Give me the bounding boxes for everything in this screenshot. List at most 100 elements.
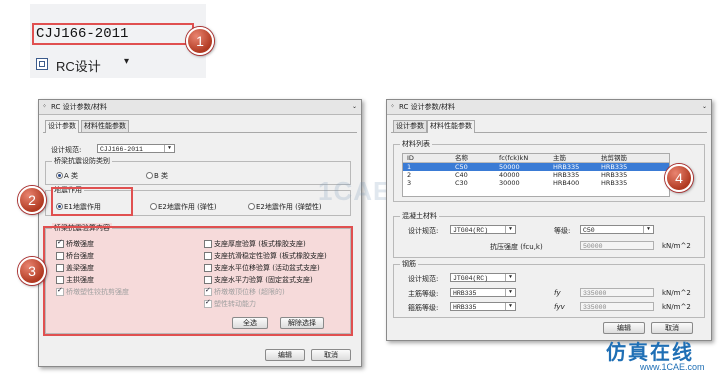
left-dialog: ⁘ RC 设计参数/材料 ⌄ 设计参数 材料性能参数 设计规范: CJJ166-… [38, 99, 362, 367]
rebar-stirrup-select[interactable]: HRB335 ▼ [450, 302, 516, 311]
rc-design-button[interactable]: RC设计 ▾ [36, 56, 146, 74]
concrete-grade-label: 等级: [554, 227, 571, 235]
rebar-stirrup-value: HRB335 [453, 304, 477, 311]
design-code-field-label: 设计规范: [51, 146, 82, 154]
edit-button[interactable]: 编辑 [265, 349, 305, 361]
seismic-action-e2p-label: E2地震作用 (弹塑性) [256, 203, 322, 211]
seismic-class-a-radio[interactable] [56, 172, 63, 179]
chevron-down-icon: ▼ [164, 145, 174, 152]
chevron-down-icon: ▼ [505, 289, 515, 296]
brand-watermark: 仿真在线 [606, 340, 694, 364]
rebar-main-strength-field[interactable]: 335000 [580, 288, 654, 297]
concrete-title: 混凝土材料 [400, 211, 439, 221]
concrete-code-value: JTG04(RC) [453, 227, 489, 234]
right-dialog-titlebar[interactable]: ⁘ RC 设计参数/材料 ⌄ [387, 100, 711, 115]
chevron-down-icon: ▼ [505, 274, 515, 281]
rc-design-icon [36, 58, 48, 70]
tab-design-params[interactable]: 设计参数 [393, 120, 427, 132]
step-badge-4: 4 [665, 164, 693, 192]
chevron-down-icon: ▾ [124, 56, 130, 67]
table-cell: 3 [407, 179, 412, 187]
table-cell: HRB335 [601, 171, 628, 179]
material-table-header: ID 名称 fc(fck)kN 主筋 抗剪钢筋 [403, 154, 669, 163]
rebar-main-select[interactable]: HRB335 ▼ [450, 288, 516, 297]
concrete-strength-field[interactable]: 50000 [580, 241, 654, 250]
rebar-stirrup-strength-field[interactable]: 335000 [580, 302, 654, 311]
seismic-action-e2e-radio[interactable] [150, 203, 157, 210]
design-code-value: CJJ166-2011 [100, 146, 143, 153]
col-shear-rebar: 抗剪钢筋 [601, 154, 627, 162]
col-fc: fc(fck)kN [499, 154, 529, 162]
rc-design-label: RC设计 [56, 59, 101, 74]
seismic-class-a-label: A 类 [64, 172, 79, 180]
rebar-main-value: HRB335 [453, 290, 477, 297]
toolbar-snippet: CJJ166-2011 RC设计 ▾ [30, 4, 206, 78]
material-list-title: 材料列表 [400, 139, 432, 149]
brand-url: www.1CAE.com [640, 362, 705, 372]
right-dialog-title: RC 设计参数/材料 [399, 103, 455, 111]
rebar-group: 钢筋 设计规范: JTG04(RC) ▼ 主筋等级: HRB335 ▼ fy 3… [393, 259, 705, 318]
concrete-strength-label: 抗压强度 (fcu,k) [490, 243, 543, 251]
seismic-action-e2e-label: E2地震作用 (弹性) [158, 203, 217, 211]
rebar-main-unit: kN/m^2 [662, 289, 691, 297]
seismic-action-highlight [51, 187, 133, 216]
rebar-code-label: 设计规范: [408, 275, 439, 283]
rebar-stirrup-symbol: fyv [554, 303, 565, 311]
left-tabbar: 设计参数 材料性能参数 [43, 120, 357, 133]
table-cell: HRB335 [553, 171, 580, 179]
concrete-grade-value: C50 [583, 227, 595, 234]
table-cell: 1 [407, 163, 412, 171]
tab-material-params[interactable]: 材料性能参数 [81, 120, 129, 132]
concrete-group: 混凝土材料 设计规范: JTG04(RC) ▼ 等级: C50 ▼ 抗压强度 (… [393, 211, 705, 258]
concrete-code-label: 设计规范: [408, 227, 439, 235]
seismic-action-e2p-radio[interactable] [248, 203, 255, 210]
tab-material-params[interactable]: 材料性能参数 [427, 120, 475, 133]
right-dialog: ⁘ RC 设计参数/材料 ⌄ 设计参数 材料性能参数 材料列表 ID 名称 fc… [386, 99, 712, 341]
collapse-icon[interactable]: ⌄ [702, 100, 707, 114]
material-table: ID 名称 fc(fck)kN 主筋 抗剪钢筋 1 C50 50000 HRB335 H… [402, 153, 670, 197]
table-cell: 2 [407, 171, 412, 179]
concrete-code-select[interactable]: JTG04(RC) ▼ [450, 225, 516, 234]
table-row[interactable]: 2 C40 40000 HRB335 HRB335 [403, 171, 669, 179]
left-dialog-title: RC 设计参数/材料 [51, 103, 107, 111]
step-badge-2: 2 [18, 186, 46, 214]
step-badge-1: 1 [186, 27, 214, 55]
design-code-select[interactable]: CJJ166-2011 ▼ [97, 144, 175, 153]
tab-design-params[interactable]: 设计参数 [45, 120, 79, 133]
col-main-rebar: 主筋 [553, 154, 566, 162]
table-row[interactable]: 3 C30 30000 HRB400 HRB335 [403, 179, 669, 187]
material-list-group: 材料列表 ID 名称 fc(fck)kN 主筋 抗剪钢筋 1 C50 50000 HR… [393, 139, 705, 202]
right-tabbar: 设计参数 材料性能参数 [391, 120, 707, 133]
cancel-button[interactable]: 取消 [311, 349, 351, 361]
collapse-icon[interactable]: ⌄ [352, 100, 357, 114]
rebar-main-label: 主筋等级: [408, 290, 439, 298]
cancel-button[interactable]: 取消 [651, 322, 693, 334]
chevron-down-icon: ▼ [505, 303, 515, 310]
chevron-down-icon: ▼ [643, 226, 653, 233]
step-badge-3: 3 [18, 257, 46, 285]
table-row[interactable]: 1 C50 50000 HRB335 HRB335 [403, 163, 669, 171]
rebar-main-symbol: fy [554, 289, 561, 297]
seismic-class-group: 桥梁抗震设防类别 A 类 B 类 [45, 156, 351, 185]
window-icon: ⁘ [42, 103, 48, 110]
check-content-highlight [43, 226, 353, 336]
table-cell: C40 [455, 171, 468, 179]
seismic-class-b-radio[interactable] [146, 172, 153, 179]
concrete-unit: kN/m^2 [662, 242, 691, 250]
rebar-title: 钢筋 [400, 259, 418, 269]
rebar-code-select[interactable]: JTG04(RC) ▼ [450, 273, 516, 282]
col-name: 名称 [455, 154, 468, 162]
window-icon: ⁘ [390, 103, 396, 110]
table-cell: HRB335 [601, 163, 628, 171]
seismic-class-title: 桥梁抗震设防类别 [52, 156, 112, 166]
col-id: ID [407, 154, 414, 162]
rebar-stirrup-label: 箍筋等级: [408, 304, 439, 312]
table-cell: HRB335 [601, 179, 628, 187]
table-cell: 50000 [499, 163, 520, 171]
seismic-class-b-label: B 类 [154, 172, 169, 180]
edit-button[interactable]: 编辑 [603, 322, 645, 334]
chevron-down-icon: ▼ [505, 226, 515, 233]
left-dialog-titlebar[interactable]: ⁘ RC 设计参数/材料 ⌄ [39, 100, 361, 115]
concrete-grade-select[interactable]: C50 ▼ [580, 225, 654, 234]
table-cell: HRB400 [553, 179, 580, 187]
